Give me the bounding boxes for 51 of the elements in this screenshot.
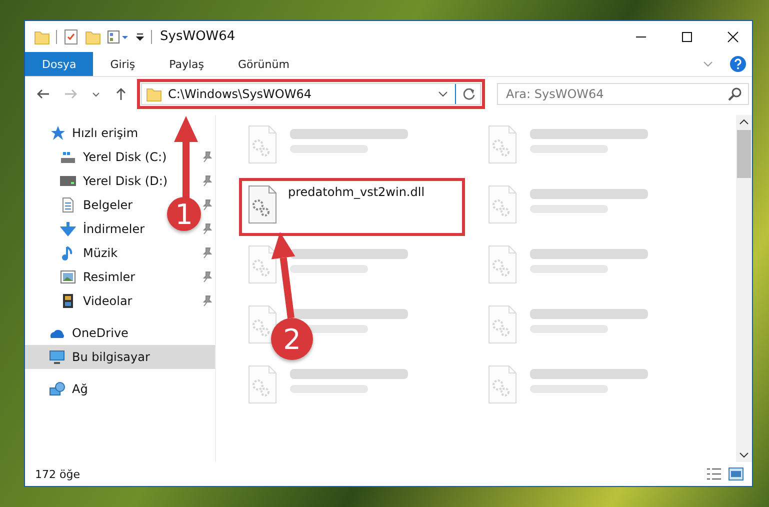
nav-item[interactable]: OneDrive — [49, 325, 128, 341]
nav-item[interactable]: Yerel Disk (D:) — [60, 173, 168, 189]
close-icon[interactable] — [727, 30, 739, 42]
pin-icon[interactable] — [201, 199, 213, 211]
dll-file-icon — [246, 185, 278, 225]
film-icon — [60, 293, 76, 309]
ribbon-tab[interactable]: Giriş — [93, 52, 152, 76]
scrollbar-thumb[interactable] — [737, 130, 751, 178]
nav-item[interactable]: Yerel Disk (C:) — [60, 149, 167, 165]
help-icon[interactable] — [730, 56, 746, 72]
star-icon — [49, 125, 65, 141]
nav-item[interactable]: Ağ — [49, 381, 88, 397]
ribbon-tab[interactable]: Görünüm — [221, 52, 306, 76]
pin-icon[interactable] — [201, 175, 213, 187]
download-arrow-icon — [60, 221, 76, 237]
item-count: 172 öğe — [35, 468, 80, 480]
scrollbar[interactable] — [736, 115, 752, 462]
nav-item[interactable]: Resimler — [60, 269, 136, 285]
ribbon-tab[interactable]: Dosya — [25, 52, 94, 76]
nav-item[interactable]: Videolar — [60, 293, 132, 309]
nav-item[interactable]: Bu bilgisayar — [25, 345, 215, 369]
checklist-icon[interactable] — [63, 28, 79, 44]
ribbon-tab[interactable]: Paylaş — [152, 52, 221, 76]
nav-item[interactable]: Hızlı erişim — [49, 125, 138, 141]
drive-icon — [60, 173, 76, 189]
address-path: C:\Windows\SysWOW64 — [168, 87, 312, 101]
monitor-icon — [49, 349, 65, 365]
network-icon — [49, 381, 65, 397]
window-title: SysWOW64 — [160, 29, 236, 44]
nav-item[interactable]: Belgeler — [60, 197, 133, 213]
nav-item[interactable]: Müzik — [60, 245, 118, 261]
pin-icon[interactable] — [201, 151, 213, 163]
scroll-up-icon[interactable] — [739, 118, 749, 126]
drive-icon — [60, 149, 76, 165]
folder-icon — [146, 86, 162, 102]
pin-icon[interactable] — [201, 295, 213, 307]
nav-item[interactable]: İndirmeler — [60, 221, 145, 237]
search-field[interactable]: Ara: SysWOW64 — [497, 83, 749, 105]
search-icon[interactable] — [728, 87, 742, 101]
file-item[interactable]: predatohm_vst2win.dll — [242, 181, 462, 233]
details-view-icon[interactable] — [706, 467, 722, 481]
pin-icon[interactable] — [201, 271, 213, 283]
scroll-down-icon[interactable] — [739, 451, 749, 459]
pin-icon[interactable] — [201, 247, 213, 259]
maximize-icon[interactable] — [681, 30, 693, 42]
refresh-icon[interactable] — [462, 87, 476, 101]
document-icon — [60, 197, 76, 213]
properties-icon[interactable] — [107, 28, 129, 44]
large-icons-view-icon[interactable] — [728, 467, 744, 481]
pin-icon[interactable] — [201, 223, 213, 235]
picture-icon — [60, 269, 76, 285]
